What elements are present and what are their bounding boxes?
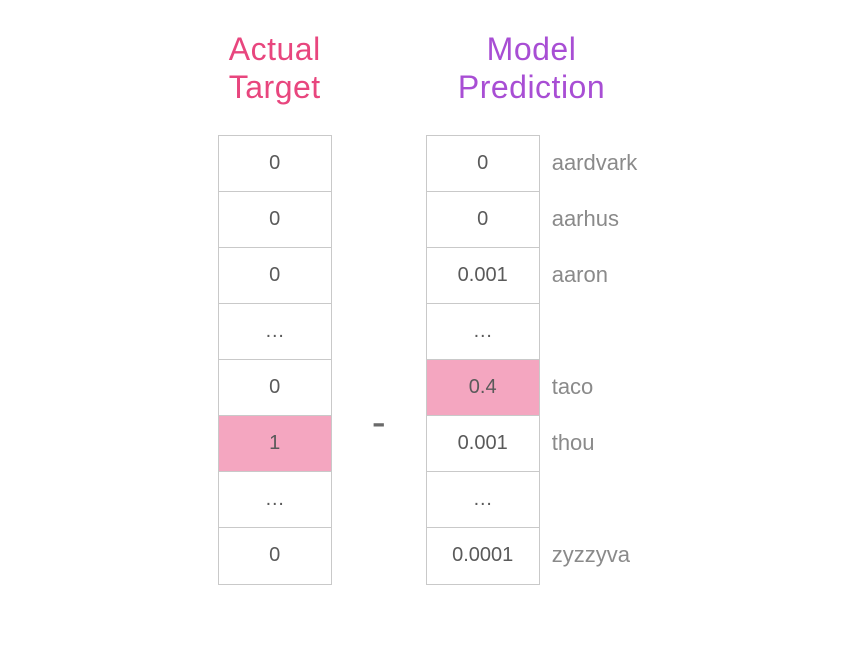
vector-cell: 0.001 [427, 248, 539, 304]
word-label: aardvark [552, 135, 638, 191]
vector-cell: 0 [427, 192, 539, 248]
vector-cell: … [219, 472, 331, 528]
heading-line2: Prediction [458, 69, 605, 105]
model-prediction-vector-wrap: 0 0 0.001 … 0.4 0.001 … 0.0001 aardvark … [426, 135, 638, 585]
vector-cell: 0 [427, 136, 539, 192]
vector-cell: 0.001 [427, 416, 539, 472]
actual-target-column: Actual Target 0 0 0 … 0 1 … 0 [218, 30, 332, 585]
actual-target-vector-wrap: 0 0 0 … 0 1 … 0 [218, 135, 332, 585]
vector-cell: … [427, 472, 539, 528]
vector-cell: 0 [219, 248, 331, 304]
word-label: zyzzyva [552, 527, 638, 583]
model-prediction-column: Model Prediction 0 0 0.001 … 0.4 0.001 …… [426, 30, 638, 585]
heading-line1: Model [487, 31, 577, 67]
word-label: aarhus [552, 191, 638, 247]
vector-cell: … [427, 304, 539, 360]
word-label: aaron [552, 247, 638, 303]
vector-cell: … [219, 304, 331, 360]
minus-operator: - [372, 398, 386, 446]
vector-cell-highlight: 1 [219, 416, 331, 472]
word-label: thou [552, 415, 638, 471]
model-prediction-vector: 0 0 0.001 … 0.4 0.001 … 0.0001 [426, 135, 540, 585]
word-label [552, 303, 638, 359]
heading-line1: Actual [229, 31, 321, 67]
heading-line2: Target [229, 69, 321, 105]
vector-cell-highlight: 0.4 [427, 360, 539, 416]
vector-cell: 0 [219, 192, 331, 248]
vector-cell: 0 [219, 360, 331, 416]
actual-target-vector: 0 0 0 … 0 1 … 0 [218, 135, 332, 585]
word-labels: aardvark aarhus aaron taco thou zyzzyva [552, 135, 638, 583]
word-label [552, 471, 638, 527]
vector-cell: 0 [219, 528, 331, 584]
vector-cell: 0.0001 [427, 528, 539, 584]
word-label: taco [552, 359, 638, 415]
model-prediction-heading: Model Prediction [458, 30, 605, 107]
actual-target-heading: Actual Target [229, 30, 321, 107]
vector-cell: 0 [219, 136, 331, 192]
diagram-container: Actual Target 0 0 0 … 0 1 … 0 - Model Pr… [0, 0, 845, 585]
